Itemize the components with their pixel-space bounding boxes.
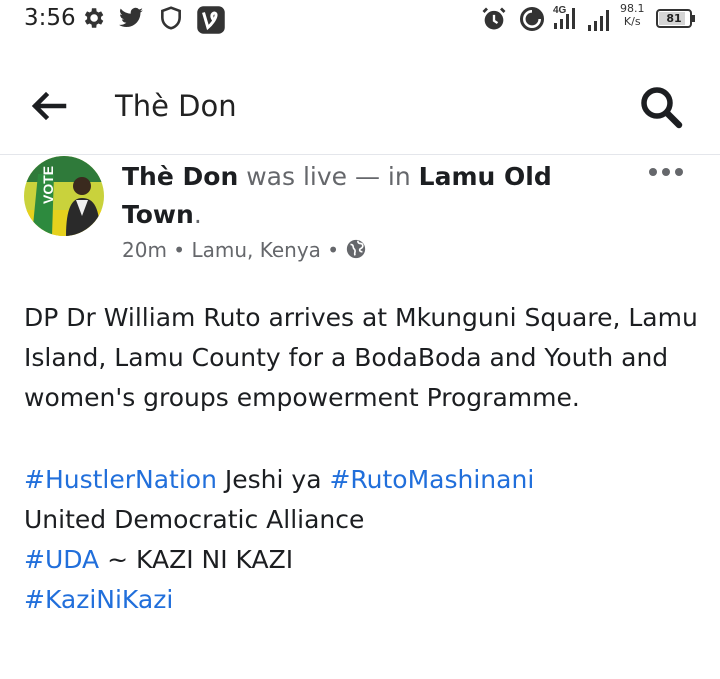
svg-text:VOTE: VOTE <box>40 166 56 204</box>
more-dots-icon <box>649 168 683 176</box>
meta-separator: • <box>327 238 340 262</box>
post-time[interactable]: 20m <box>122 238 167 262</box>
hashtag-link[interactable]: #HustlerNation <box>24 465 217 494</box>
signal-icon <box>588 10 609 31</box>
search-query-title[interactable]: Thè Don <box>115 89 237 123</box>
post-line: United Democratic Alliance <box>24 505 365 534</box>
search-icon <box>641 87 683 129</box>
post-body: DP Dr William Ruto arrives at Mkunguni S… <box>24 298 704 620</box>
post-line: #HustlerNation Jeshi ya #RutoMashinani <box>24 460 704 500</box>
avatar: VOTE <box>24 156 104 236</box>
post-line: #UDA ~ KAZI NI KAZI <box>24 540 704 580</box>
search-button[interactable] <box>636 82 688 132</box>
alarm-icon <box>482 7 506 30</box>
battery-icon: 81 <box>656 9 695 28</box>
data-saver-icon <box>519 6 545 32</box>
post-header: Thè Don was live — in Lamu Old Town. <box>122 158 602 234</box>
author-avatar[interactable]: VOTE <box>24 156 104 236</box>
status-bar: 3:56 4G 98.1 K/s 81 <box>0 0 720 40</box>
more-options-button[interactable] <box>648 164 684 178</box>
signal-icon: 4G <box>553 5 575 29</box>
hashtag-link[interactable]: #KaziNiKazi <box>24 585 173 614</box>
globe-icon[interactable] <box>345 238 367 260</box>
post-author[interactable]: Thè Don <box>122 162 238 191</box>
post-action: was live — in <box>246 162 411 191</box>
meta-separator: • <box>173 238 186 262</box>
gear-icon <box>84 8 104 28</box>
vine-icon <box>197 6 225 34</box>
network-speed: 98.1 K/s <box>620 2 645 28</box>
hashtag-link[interactable]: #UDA <box>24 545 99 574</box>
post-place: Lamu, Kenya <box>191 238 321 262</box>
battery-level: 81 <box>666 12 682 25</box>
back-button[interactable] <box>28 86 78 126</box>
post-period: . <box>193 200 202 229</box>
post-meta: 20m • Lamu, Kenya • <box>122 238 367 262</box>
network-type-label: 4G <box>553 5 567 16</box>
hashtag-link[interactable]: #RutoMashinani <box>329 465 534 494</box>
shield-icon <box>161 6 181 30</box>
post-line: #KaziNiKazi <box>24 580 704 620</box>
post-text-fragment: Jeshi ya <box>216 465 330 494</box>
arrow-left-icon <box>31 91 67 121</box>
post-text-fragment: ~ KAZI NI KAZI <box>99 545 294 574</box>
post-description: DP Dr William Ruto arrives at Mkunguni S… <box>24 303 698 412</box>
search-header: Thè Don <box>0 56 720 155</box>
twitter-icon <box>119 7 143 27</box>
status-time: 3:56 <box>24 5 76 31</box>
